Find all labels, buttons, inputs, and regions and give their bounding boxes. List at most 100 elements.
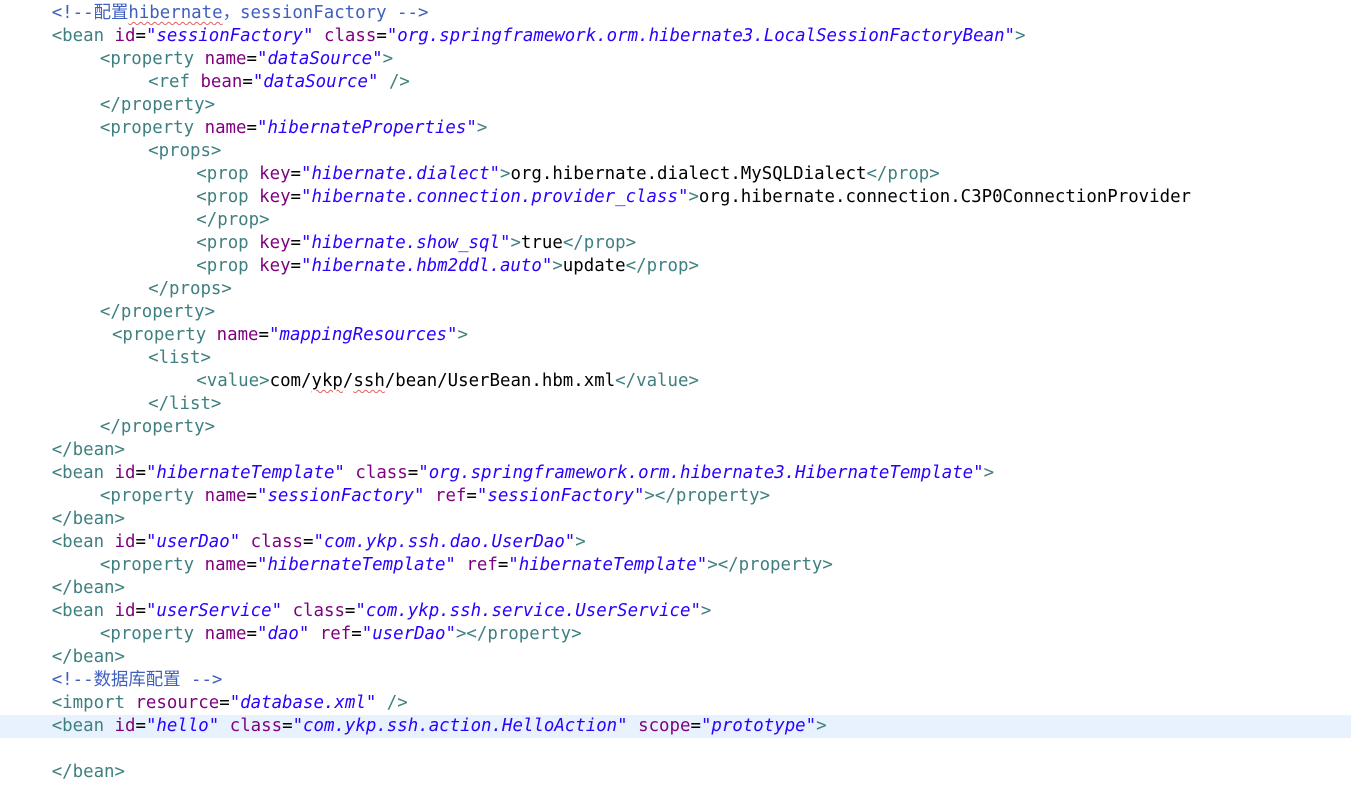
code-token-attr: scope — [638, 716, 691, 736]
code-token-eq: = — [246, 49, 257, 69]
code-token-tag: <bean — [51, 463, 115, 483]
code-line[interactable]: <bean id="hibernateTemplate" class="org.… — [0, 462, 1351, 485]
code-line[interactable]: <props> — [0, 140, 1351, 163]
code-token-eq: = — [246, 486, 257, 506]
code-token-tag: <property — [99, 118, 205, 138]
code-line[interactable]: <ref bean="dataSource" /> — [0, 71, 1351, 94]
code-token-str: "hibernateTemplate" — [256, 555, 456, 575]
code-token-eq: = — [407, 463, 419, 483]
code-line[interactable]: <value>com/ykp/ssh/bean/UserBean.hbm.xml… — [0, 370, 1351, 393]
code-token-tag: > — [983, 463, 995, 483]
code-token-eq: = — [135, 601, 146, 621]
code-line[interactable]: <bean id="userDao" class="com.ykp.ssh.da… — [0, 531, 1351, 554]
code-line[interactable]: </property> — [0, 301, 1351, 324]
code-token-tag: > — [457, 325, 468, 345]
code-line[interactable]: <prop key="hibernate.hbm2ddl.auto">updat… — [0, 255, 1351, 278]
code-line[interactable]: </property> — [0, 416, 1351, 439]
code-token-tag: </property> — [99, 417, 216, 437]
code-token-text: com/ — [269, 371, 312, 391]
code-token-tag: /> — [378, 72, 410, 92]
code-token-str: "com.ykp.ssh.service.UserService" — [355, 601, 701, 621]
code-token-tag — [240, 532, 250, 552]
code-token-tag: </prop> — [625, 256, 699, 276]
code-line[interactable]: </props> — [0, 278, 1351, 301]
code-token-text: true — [520, 233, 563, 253]
code-token-attr: name — [204, 49, 247, 69]
code-token-eq: = — [497, 555, 509, 575]
code-token-eq: = — [290, 164, 302, 184]
code-line[interactable]: <bean id="userService" class="com.ykp.ss… — [0, 600, 1351, 623]
code-token-tag — [282, 601, 292, 621]
code-token-tag — [425, 486, 435, 506]
code-token-tag: </bean> — [51, 647, 125, 667]
code-token-str: "hibernateProperties" — [256, 118, 477, 138]
code-token-tag: > — [816, 716, 827, 736]
code-token-attr: id — [114, 601, 136, 621]
code-token-comment: ，sessionFactory --> — [222, 3, 429, 23]
code-token-attr: name — [204, 118, 247, 138]
code-line[interactable]: <import resource="database.xml" /> — [0, 692, 1351, 715]
code-token-attr: class — [250, 532, 304, 552]
code-line[interactable]: <property name="hibernateProperties"> — [0, 117, 1351, 140]
code-token-attr: class — [292, 601, 345, 621]
code-line[interactable]: <prop key="hibernate.show_sql">true</pro… — [0, 232, 1351, 255]
code-token-attr: ref — [466, 555, 498, 575]
code-token-attr: key — [259, 256, 291, 276]
code-token-tag: > — [382, 49, 394, 69]
current-code-line[interactable]: <bean id="hello" class="com.ykp.ssh.acti… — [0, 715, 1351, 738]
code-token-tag: <bean — [51, 716, 115, 736]
code-line[interactable]: </bean> — [0, 646, 1351, 669]
code-token-str: "userDao" — [145, 532, 241, 552]
code-line[interactable]: </list> — [0, 393, 1351, 416]
code-token-tag: <prop — [196, 164, 260, 184]
code-token-attr: name — [204, 624, 247, 644]
code-token-tag: ></property> — [455, 624, 582, 644]
code-token-tag — [309, 624, 319, 644]
code-line[interactable]: <list> — [0, 347, 1351, 370]
code-line[interactable]: </bean> — [0, 439, 1351, 462]
code-token-tag: <value> — [196, 371, 270, 391]
code-token-tag: </property> — [99, 95, 216, 115]
code-token-comment: hibernate — [128, 3, 223, 23]
code-token-attr: id — [114, 532, 136, 552]
code-token-str: "dao" — [256, 624, 310, 644]
code-token-text: ssh — [353, 371, 385, 391]
code-line[interactable]: </bean> — [0, 577, 1351, 600]
code-line[interactable]: <property name="mappingResources"> — [0, 324, 1351, 347]
code-token-eq: = — [219, 693, 230, 713]
code-line[interactable]: <bean id="sessionFactory" class="org.spr… — [0, 25, 1351, 48]
code-line[interactable]: <!--数据库配置 --> — [0, 669, 1351, 692]
code-line[interactable]: <prop key="hibernate.connection.provider… — [0, 186, 1351, 209]
code-line[interactable] — [0, 738, 1351, 761]
code-token-text: update — [562, 256, 626, 276]
code-line[interactable]: <property name="sessionFactory" ref="ses… — [0, 485, 1351, 508]
code-line[interactable]: </prop> — [0, 209, 1351, 232]
code-token-tag: </list> — [148, 394, 222, 414]
code-token-eq: = — [466, 486, 477, 506]
code-line[interactable]: </property> — [0, 94, 1351, 117]
code-line[interactable]: </bean> — [0, 508, 1351, 531]
code-token-tag: </bean> — [51, 440, 125, 460]
code-line[interactable]: <property name="dao" ref="userDao"></pro… — [0, 623, 1351, 646]
code-token-text: / — [342, 371, 354, 391]
code-token-eq: = — [351, 624, 362, 644]
code-token-text: org.hibernate.connection.C3P0ConnectionP… — [698, 187, 1192, 207]
code-line[interactable]: <!--配置hibernate，sessionFactory --> — [0, 2, 1351, 25]
code-token-attr: id — [114, 716, 136, 736]
code-line[interactable]: <prop key="hibernate.dialect">org.hibern… — [0, 163, 1351, 186]
code-token-str: "sessionFactory" — [476, 486, 645, 506]
xml-code-editor[interactable]: <!--配置hibernate，sessionFactory --> <bean … — [0, 0, 1351, 792]
code-token-eq: = — [135, 532, 146, 552]
code-line[interactable]: <property name="hibernateTemplate" ref="… — [0, 554, 1351, 577]
code-token-eq: = — [290, 233, 302, 253]
code-token-str: "hibernateTemplate" — [145, 463, 345, 483]
code-line[interactable]: </bean> — [0, 761, 1351, 784]
code-token-tag — [628, 716, 638, 736]
code-token-tag: <prop — [196, 256, 260, 276]
code-token-eq: = — [246, 624, 257, 644]
code-token-comment: <!--数据库配置 --> — [51, 670, 223, 690]
code-token-attr: ref — [434, 486, 467, 506]
code-token-attr: resource — [135, 693, 220, 713]
code-line[interactable]: <property name="dataSource"> — [0, 48, 1351, 71]
code-token-tag: <props> — [148, 141, 222, 161]
